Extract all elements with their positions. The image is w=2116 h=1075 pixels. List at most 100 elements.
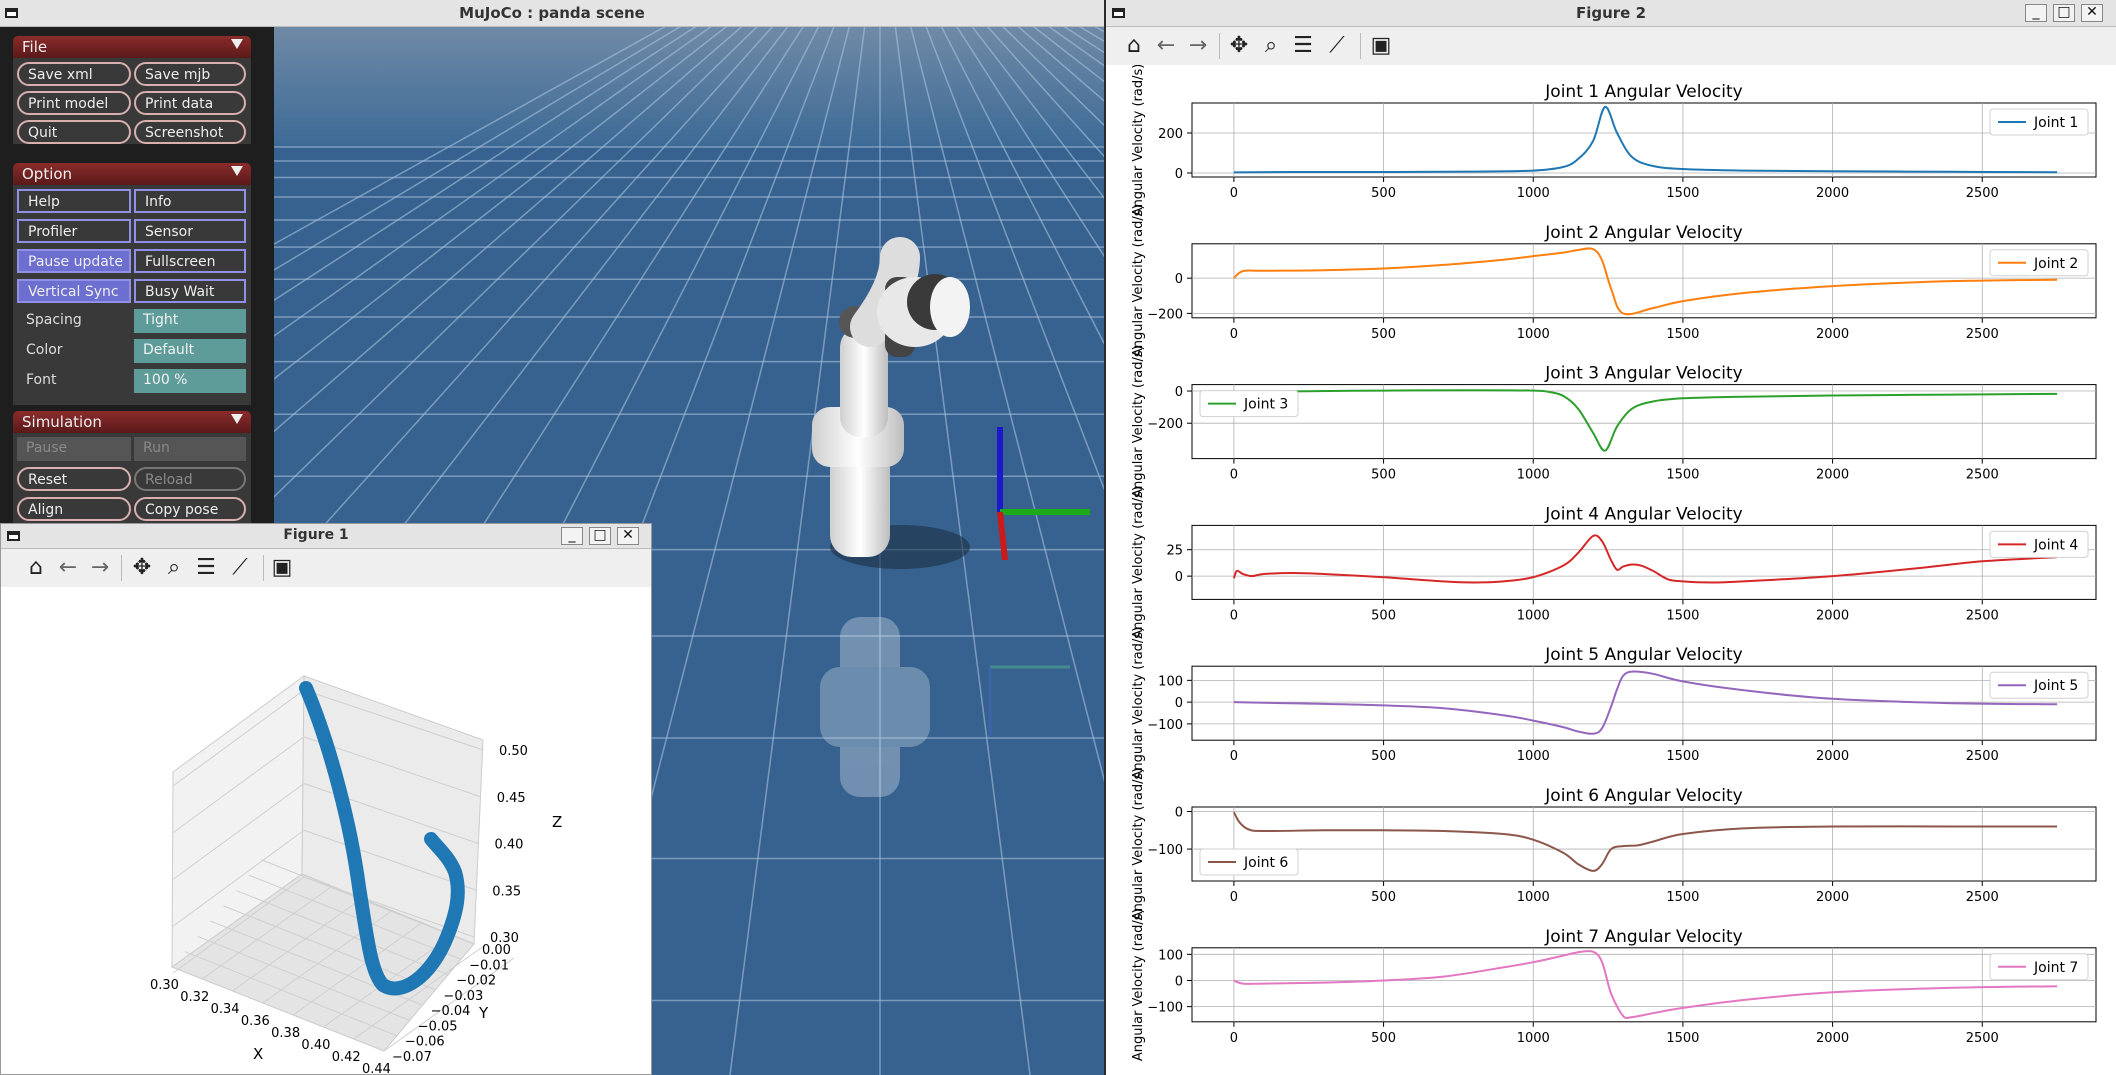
fullscreen-toggle[interactable]: Fullscreen: [134, 249, 246, 273]
subplot-joint-3[interactable]: Joint 3 Angular Velocity 0 500 1000 1500 2000…: [1131, 345, 2097, 498]
x-tick-label: 2500: [1966, 186, 1999, 201]
x-tick-label: 1500: [1666, 1031, 1699, 1046]
reset-button[interactable]: Reset: [17, 467, 131, 491]
x-tick-label: 500: [1371, 890, 1396, 905]
x-tick-label: 500: [1371, 186, 1396, 201]
option-section-header[interactable]: Option: [13, 163, 251, 185]
home-icon[interactable]: ⌂: [1121, 33, 1147, 59]
pause-button[interactable]: Pause: [17, 437, 131, 461]
minimize-button[interactable]: _: [2025, 4, 2047, 22]
minimize-button[interactable]: _: [561, 527, 583, 545]
font-select[interactable]: 100 %: [134, 369, 246, 393]
subplot-joint-1[interactable]: Joint 1 Angular Velocity0 500 1000 1500 2000…: [1131, 65, 2097, 216]
sensor-toggle[interactable]: Sensor: [134, 219, 246, 243]
back-icon[interactable]: ←: [55, 555, 81, 581]
y-tick-label: 200: [1158, 127, 1183, 142]
mujoco-window-title: MuJoCo : panda scene: [459, 4, 645, 22]
close-button[interactable]: ✕: [2081, 4, 2103, 22]
x-tick-label: 2000: [1816, 186, 1849, 201]
x-tick-label: 2000: [1816, 327, 1849, 342]
y-tick-label: 0: [1175, 806, 1183, 821]
zoom-icon[interactable]: ⌕: [1258, 33, 1284, 59]
configure-icon[interactable]: ☰: [1290, 33, 1316, 59]
x-tick-label: 2500: [1966, 327, 1999, 342]
plot-area: [1191, 384, 2097, 460]
pan-icon[interactable]: ✥: [129, 555, 155, 581]
mujoco-titlebar: MuJoCo : panda scene: [0, 0, 1104, 27]
y-tick-label: −0.05: [418, 1019, 458, 1034]
screenshot-button[interactable]: Screenshot: [134, 120, 246, 144]
x-tick-label: 2500: [1966, 608, 1999, 623]
save-icon[interactable]: ▣: [269, 555, 295, 581]
close-button[interactable]: ✕: [617, 527, 639, 545]
save-xml-button[interactable]: Save xml: [17, 62, 131, 86]
edit-axes-icon[interactable]: ⟋: [227, 555, 253, 581]
align-button[interactable]: Align: [17, 497, 131, 521]
y-tick-label: −0.04: [431, 1004, 471, 1019]
info-toggle[interactable]: Info: [134, 189, 246, 213]
subplot-joint-5[interactable]: Joint 5 Angular Velocity0 500 1000 1500 2000…: [1131, 627, 2097, 780]
z-axis-label: Z: [552, 813, 562, 831]
subplot-joint-7[interactable]: Joint 7 Angular Velocity0 500 1000 1500 2000…: [1131, 908, 2097, 1061]
save-icon[interactable]: ▣: [1368, 33, 1394, 59]
z-tick-label: 0.40: [495, 838, 524, 853]
collapse-arrow-icon: [231, 166, 243, 176]
pan-icon[interactable]: ✥: [1226, 33, 1252, 59]
y-axis-label: Angular Velocity (rad/s): [1131, 65, 1146, 216]
color-select[interactable]: Default: [134, 339, 246, 363]
legend: Joint 7: [1989, 953, 2089, 981]
save-mjb-button[interactable]: Save mjb: [134, 62, 246, 86]
option-section: Help Info Profiler Sensor Pause update F…: [13, 185, 251, 405]
x-tick-label: 1500: [1666, 890, 1699, 905]
print-model-button[interactable]: Print model: [17, 91, 131, 115]
configure-icon[interactable]: ☰: [193, 555, 219, 581]
profiler-toggle[interactable]: Profiler: [17, 219, 131, 243]
spacing-select[interactable]: Tight: [134, 309, 246, 333]
x-tick-label: 1000: [1517, 468, 1550, 483]
home-icon[interactable]: ⌂: [23, 555, 49, 581]
figure1-title: Figure 1: [283, 527, 349, 543]
subplot-joint-6[interactable]: Joint 6 Angular Velocity 0 500 1000 1500 2000…: [1131, 768, 2097, 921]
x-tick-label: 2000: [1816, 890, 1849, 905]
3d-trajectory-plot[interactable]: 0.300.320.340.360.380.400.420.440.00−0.0…: [1, 587, 651, 1074]
help-toggle[interactable]: Help: [17, 189, 131, 213]
x-tick-label: 0: [1230, 890, 1238, 905]
joint-velocity-subplots[interactable]: Joint 1 Angular Velocity0 500 1000 1500 2000…: [1106, 65, 2116, 1075]
x-tick-label: 500: [1371, 468, 1396, 483]
vertical-sync-toggle[interactable]: Vertical Sync: [17, 279, 131, 303]
x-tick-label: 2000: [1816, 608, 1849, 623]
z-tick-label: 0.30: [490, 931, 519, 946]
y-axis-label: Angular Velocity (rad/s): [1131, 345, 1146, 498]
legend: Joint 6: [1199, 848, 1299, 876]
y-tick-label: 100: [1158, 948, 1183, 963]
x-tick-label: 500: [1371, 608, 1396, 623]
legend-label: Joint 1: [2033, 115, 2078, 131]
x-tick-label: 2500: [1966, 1031, 1999, 1046]
x-tick-label: 1000: [1517, 1031, 1550, 1046]
file-section-header[interactable]: File: [13, 36, 251, 58]
x-tick-label: 1500: [1666, 749, 1699, 764]
reload-button[interactable]: Reload: [134, 467, 246, 491]
edit-axes-icon[interactable]: ⟋: [1324, 33, 1350, 59]
plot-area: [1191, 524, 2097, 600]
y-axis-label: Angular Velocity (rad/s): [1131, 204, 1146, 357]
copy-pose-button[interactable]: Copy pose: [134, 497, 246, 521]
zoom-icon[interactable]: ⌕: [161, 555, 187, 581]
simulation-section-header[interactable]: Simulation: [13, 411, 251, 433]
x-tick-label: 0: [1230, 608, 1238, 623]
forward-icon[interactable]: →: [1185, 33, 1211, 59]
busy-wait-toggle[interactable]: Busy Wait: [134, 279, 246, 303]
figure1-titlebar: Figure 1 _ □ ✕: [1, 524, 651, 549]
back-icon[interactable]: ←: [1153, 33, 1179, 59]
subplot-joint-2[interactable]: Joint 2 Angular Velocity 0 500 1000 1500 2000…: [1131, 204, 2097, 357]
subplot-joint-4[interactable]: Joint 4 Angular Velocity 0 500 1000 1500 2000…: [1131, 486, 2097, 639]
forward-icon[interactable]: →: [87, 555, 113, 581]
y-tick-label: 0: [1175, 272, 1183, 287]
maximize-button[interactable]: □: [2053, 4, 2075, 22]
run-button[interactable]: Run: [134, 437, 246, 461]
maximize-button[interactable]: □: [589, 527, 611, 545]
quit-button[interactable]: Quit: [17, 120, 131, 144]
print-data-button[interactable]: Print data: [134, 91, 246, 115]
pause-update-toggle[interactable]: Pause update: [17, 249, 131, 273]
y-tick-label: −100: [1147, 1001, 1183, 1016]
